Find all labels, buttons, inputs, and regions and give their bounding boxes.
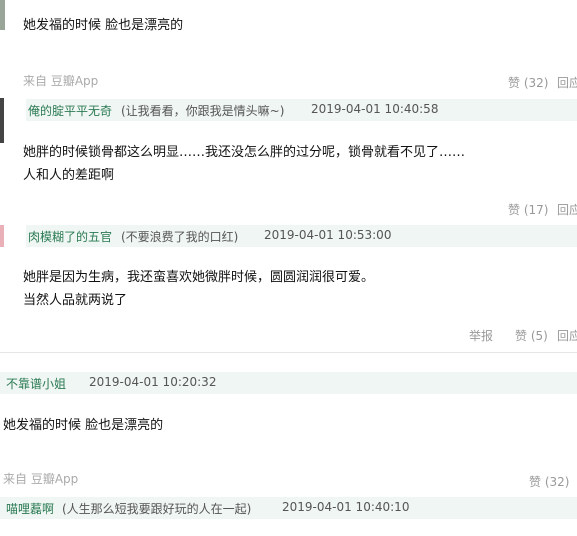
avatar[interactable] xyxy=(0,225,4,247)
avatar[interactable] xyxy=(0,98,4,143)
reply-button[interactable]: 回应 xyxy=(557,327,577,344)
comment-source: 来自 豆瓣App xyxy=(3,472,79,486)
reply-text-line: 当然人品就两说了 xyxy=(23,293,128,308)
comment-source: 来自 豆瓣App xyxy=(23,74,99,88)
username-link[interactable]: 肉模糊了的五官 xyxy=(28,228,112,245)
comment-text: 她发福的时候 脸也是漂亮的 xyxy=(23,18,184,33)
report-button[interactable]: 举报 xyxy=(469,327,493,344)
like-button[interactable]: 赞 (5) xyxy=(515,327,548,344)
reply-button[interactable]: 回应 xyxy=(557,201,577,218)
reply-text-line: 人和人的差距啊 xyxy=(23,168,115,183)
reply-header: 俺的腚平平无奇 (让我看看，你跟我是情头嘛~) 2019-04-01 10:40… xyxy=(26,99,577,121)
avatar[interactable] xyxy=(0,0,5,30)
like-button[interactable]: 赞 (17) xyxy=(508,201,548,218)
user-signature: (让我看看，你跟我是情头嘛~) xyxy=(121,104,285,118)
reply-header: 喵哩藞啊 (人生那么短我要跟好玩的人在一起) 2019-04-01 10:40:… xyxy=(0,497,577,519)
username-link[interactable]: 不靠谱小姐 xyxy=(6,375,66,392)
user-signature: (不要浪费了我的口红) xyxy=(121,230,239,244)
reply-button[interactable]: 回应 xyxy=(557,74,577,91)
like-button[interactable]: 赞 (32) xyxy=(529,473,569,490)
reply-timestamp: 2019-04-01 10:40:58 xyxy=(311,102,439,116)
reply-timestamp: 2019-04-01 10:40:10 xyxy=(282,500,410,514)
like-button[interactable]: 赞 (32) xyxy=(508,74,548,91)
reply-text-line: 她胖的时候锁骨都这么明显……我还没怎么胖的过分呢，锁骨就看不见了…… xyxy=(23,145,466,160)
comment-header: 不靠谱小姐 2019-04-01 10:20:32 xyxy=(0,372,577,394)
reply-timestamp: 2019-04-01 10:53:00 xyxy=(264,228,392,242)
username-link[interactable]: 喵哩藞啊 xyxy=(6,500,54,517)
reply-text-line: 她胖是因为生病，我还蛮喜欢她微胖时候，圆圆润润很可爱。 xyxy=(23,270,375,285)
reply-header: 肉模糊了的五官 (不要浪费了我的口红) 2019-04-01 10:53:00 xyxy=(26,225,577,247)
user-signature: (人生那么短我要跟好玩的人在一起) xyxy=(62,502,252,516)
username-link[interactable]: 俺的腚平平无奇 xyxy=(28,102,112,119)
comment-text: 她发福的时候 脸也是漂亮的 xyxy=(3,418,164,433)
comment-timestamp: 2019-04-01 10:20:32 xyxy=(89,375,217,389)
comment-divider xyxy=(0,352,577,353)
